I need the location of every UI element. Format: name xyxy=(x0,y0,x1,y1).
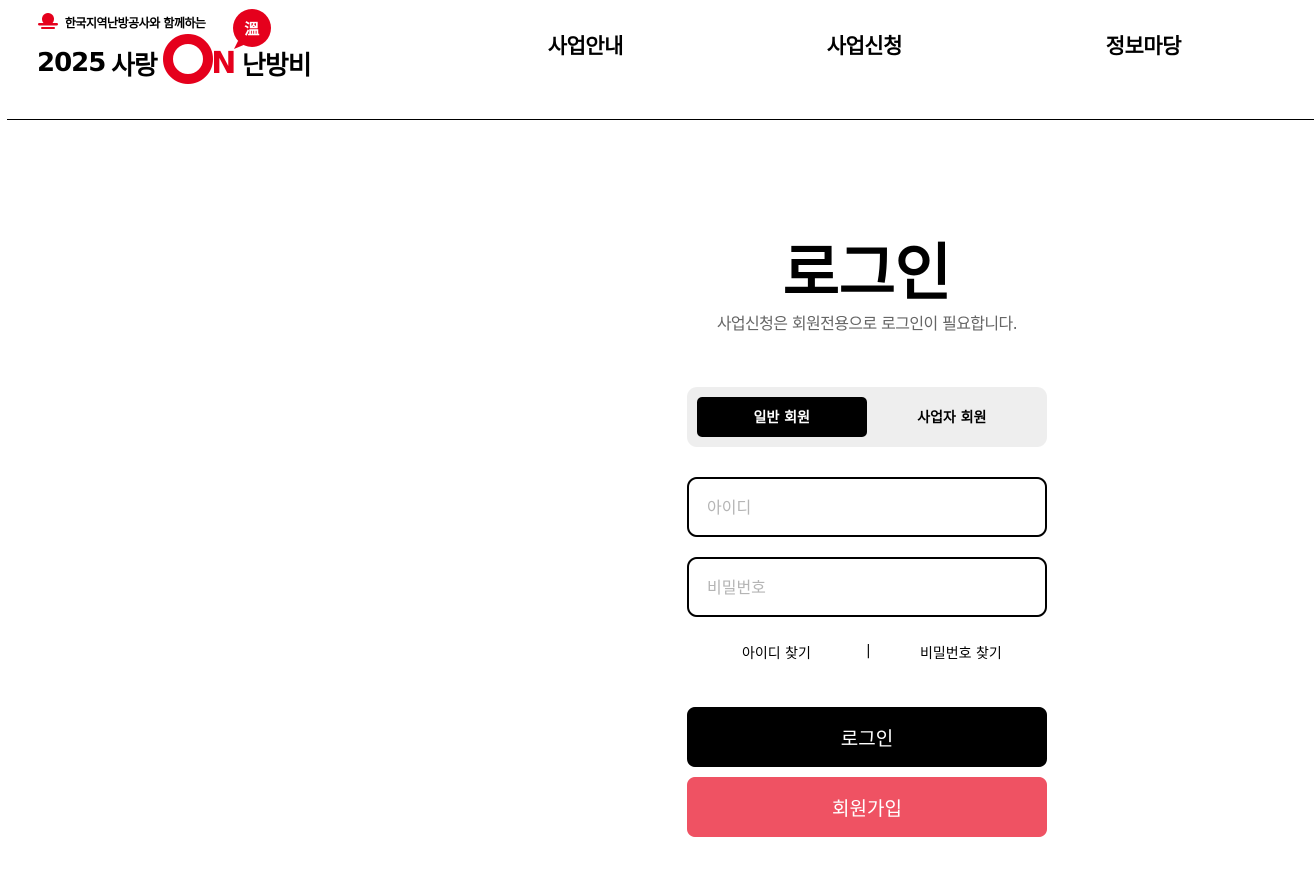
main-nav: 사업안내 사업신청 정보마당 xyxy=(0,30,1314,70)
kdhc-emblem-icon xyxy=(37,12,59,32)
nav-item-business-info[interactable]: 사업안내 xyxy=(548,30,624,60)
tab-business-member[interactable]: 사업자 회원 xyxy=(867,397,1037,437)
header-divider xyxy=(7,119,1314,120)
password-input[interactable] xyxy=(687,557,1047,617)
login-description: 사업신청은 회원전용으로 로그인이 필요합니다. xyxy=(716,314,1018,333)
logo-subtitle-row: 한국지역난방공사와 함께하는 xyxy=(37,12,206,32)
page-title: 로그인 xyxy=(782,236,952,309)
find-id-link[interactable]: 아이디 찾기 xyxy=(742,643,811,663)
logo-subtitle: 한국지역난방공사와 함께하는 xyxy=(65,15,206,30)
tab-general-member[interactable]: 일반 회원 xyxy=(697,397,867,437)
find-password-link[interactable]: 비밀번호 찾기 xyxy=(920,643,1002,663)
id-input[interactable] xyxy=(687,477,1047,537)
site-header: 한국지역난방공사와 함께하는 2025 사랑 N 난방비 溫 사업안내 사업신청… xyxy=(0,0,1314,120)
find-account-links: 아이디 찾기 | 비밀번호 찾기 xyxy=(687,643,1047,665)
member-type-tabs: 일반 회원 사업자 회원 xyxy=(687,387,1047,447)
nav-item-info-board[interactable]: 정보마당 xyxy=(1106,30,1182,60)
login-button[interactable]: 로그인 xyxy=(687,707,1047,767)
link-separator: | xyxy=(866,643,871,659)
nav-item-business-apply[interactable]: 사업신청 xyxy=(827,30,903,60)
join-button[interactable]: 회원가입 xyxy=(687,777,1047,837)
